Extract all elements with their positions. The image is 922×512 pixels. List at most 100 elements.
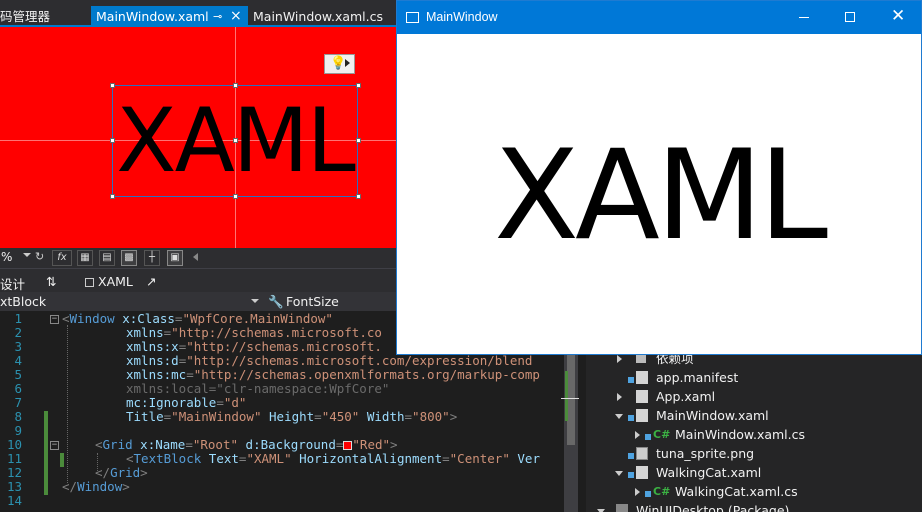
refresh-icon[interactable]: ↻ (35, 250, 44, 263)
close-icon: ✕ (891, 6, 906, 26)
snap-grid-icon[interactable]: ▩ (121, 250, 137, 266)
resize-handle-bottom[interactable] (233, 194, 238, 199)
window-app-icon (406, 12, 419, 23)
tree-item-label: WalkingCat.xaml.cs (675, 484, 798, 499)
tab-mainwindow-xaml-cs[interactable]: MainWindow.xaml.cs (253, 6, 383, 27)
tree-item-walkingcat-xaml[interactable]: WalkingCat.xaml (586, 463, 922, 482)
window-client-area: XAML (397, 34, 921, 354)
document-tab-strip: 码管理器 MainWindow.xaml ⊸ × MainWindow.xaml… (0, 0, 400, 27)
line-number: 2 (14, 325, 22, 340)
zoom-dropdown-icon[interactable] (23, 253, 31, 257)
csharp-file-icon: C# (653, 485, 671, 498)
collapse-icon[interactable] (615, 471, 623, 476)
lock-icon (645, 491, 651, 497)
expand-icon[interactable] (617, 355, 622, 363)
maximize-button[interactable] (827, 1, 873, 34)
line-number: 13 (6, 479, 22, 494)
window-title-bar[interactable]: MainWindow ✕ (397, 1, 921, 34)
grid-icon[interactable]: ▦ (77, 250, 93, 266)
scroll-left-icon[interactable] (193, 253, 198, 261)
line-number: 6 (14, 381, 22, 396)
element-dropdown-icon[interactable] (251, 299, 259, 303)
resize-handle-right[interactable] (356, 138, 361, 143)
line-number: 14 (6, 493, 22, 508)
xaml-tab[interactable]: XAML (98, 274, 133, 289)
solution-explorer-tree: 依赖项 app.manifest App.xaml MainWindow.xam… (586, 355, 922, 512)
quick-actions-button[interactable]: 💡 (324, 54, 355, 74)
code-line-10: <Grid x:Name="Root" d:Background= "Red"> (95, 437, 398, 452)
line-number: 5 (14, 367, 22, 382)
lock-icon (628, 472, 634, 478)
expand-icon[interactable] (635, 431, 640, 439)
tree-item-winuidesktop-package[interactable]: WinUIDesktop (Package) (586, 501, 922, 512)
tree-item-label: WalkingCat.xaml (656, 465, 762, 480)
csharp-file-icon: C# (653, 428, 671, 441)
resize-handle-top[interactable] (233, 83, 238, 88)
code-line-6: xmlns:local="clr-namespace:WpfCore" (126, 381, 390, 396)
snap-lines-icon[interactable]: ┼ (144, 250, 160, 266)
collapse-icon[interactable] (615, 414, 623, 419)
line-number: 3 (14, 339, 22, 354)
platform-code-icon[interactable]: ▣ (167, 250, 183, 266)
minimize-button[interactable] (781, 1, 827, 34)
lightbulb-icon: 💡 (330, 56, 347, 71)
element-navigation-bar: xtBlock 🔧 FontSize (0, 292, 396, 311)
line-number: 1 (14, 311, 22, 326)
code-line-7: mc:Ignorable="d" (126, 395, 247, 410)
swap-panes-icon[interactable]: ⇅ (46, 274, 56, 289)
expand-icon[interactable] (617, 393, 622, 401)
tree-item-dependencies[interactable]: 依赖项 (586, 355, 922, 368)
running-main-window: MainWindow ✕ XAML (396, 0, 922, 355)
line-number: 8 (14, 409, 22, 424)
tree-item-tuna-sprite[interactable]: tuna_sprite.png (586, 444, 922, 463)
popout-icon[interactable]: ↗ (146, 274, 156, 289)
element-selector[interactable]: xtBlock (0, 294, 46, 309)
design-tab[interactable]: 设计 (0, 274, 25, 293)
line-number: 10 (6, 437, 22, 452)
tree-item-mainwindow-xaml-cs[interactable]: C# MainWindow.xaml.cs (586, 425, 922, 444)
line-number: 12 (6, 465, 22, 480)
close-window-button[interactable]: ✕ (874, 1, 920, 34)
scroll-position-marker (561, 398, 579, 399)
resize-handle-left[interactable] (110, 138, 115, 143)
wrench-icon: 🔧 (268, 294, 284, 309)
fold-toggle-window[interactable]: − (50, 315, 59, 324)
xaml-file-icon (636, 390, 648, 403)
code-line-1: <Window x:Class="WpfCore.MainWindow" (62, 311, 333, 326)
pin-icon[interactable]: ⊸ (213, 6, 222, 27)
tree-item-label: tuna_sprite.png (656, 446, 755, 461)
tree-item-label: MainWindow.xaml.cs (675, 427, 806, 442)
resize-handle-center[interactable] (233, 138, 238, 143)
tab-solution-explorer[interactable]: 码管理器 (0, 6, 50, 27)
tree-item-label: app.manifest (656, 370, 739, 385)
effects-button[interactable]: fx (52, 250, 72, 266)
designer-toolbar: % ↻ fx ▦ ▤ ▩ ┼ ▣ (0, 248, 396, 268)
property-selector[interactable]: FontSize (286, 294, 339, 309)
window-title: MainWindow (426, 10, 498, 24)
resize-handle-top-right[interactable] (356, 83, 361, 88)
show-grid-icon[interactable]: ▤ (99, 250, 115, 266)
code-line-3: xmlns:x="http://schemas.microsoft. (126, 339, 382, 354)
zoom-level[interactable]: % (1, 250, 12, 264)
design-xaml-split-bar: 设计 ⇅ XAML ↗ (0, 268, 396, 294)
xaml-icon (85, 278, 94, 287)
tree-item-mainwindow-xaml[interactable]: MainWindow.xaml (586, 406, 922, 425)
dependencies-icon (636, 355, 646, 363)
chevron-right-icon (345, 59, 350, 67)
resize-handle-top-left[interactable] (110, 83, 115, 88)
resize-handle-bottom-right[interactable] (356, 194, 361, 199)
resize-handle-bottom-left[interactable] (110, 194, 115, 199)
xaml-designer-surface[interactable]: XAML 💡 (0, 27, 398, 248)
xaml-file-icon (636, 409, 648, 422)
tree-item-app-manifest[interactable]: app.manifest (586, 368, 922, 387)
tree-item-app-xaml[interactable]: App.xaml (586, 387, 922, 406)
tab-mainwindow-xaml[interactable]: MainWindow.xaml ⊸ × (91, 6, 248, 27)
runtime-textblock: XAML (494, 124, 828, 268)
tree-item-walkingcat-xaml-cs[interactable]: C# WalkingCat.xaml.cs (586, 482, 922, 501)
fold-toggle-grid[interactable]: − (50, 441, 59, 450)
close-tab-icon[interactable]: × (230, 6, 242, 27)
code-line-13: </Window> (62, 479, 130, 494)
code-line-5: xmlns:mc="http://schemas.openxmlformats.… (126, 367, 540, 382)
line-number: 4 (14, 353, 22, 368)
expand-icon[interactable] (635, 488, 640, 496)
